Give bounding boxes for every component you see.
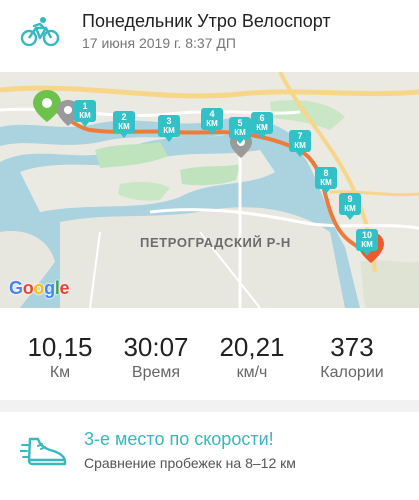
section-divider [0, 400, 419, 412]
km-marker[interactable]: 4 КМ [201, 108, 223, 135]
km-marker[interactable]: 9 КМ [339, 193, 361, 220]
activity-title: Понедельник Утро Велоспорт [82, 11, 331, 31]
achievement-comparison: Сравнение пробежек на 8–12 км [84, 455, 296, 471]
stat-value: 10,15 [27, 332, 93, 362]
stat-label: Км [49, 364, 71, 381]
km-marker[interactable]: 1 КМ [74, 100, 96, 127]
km-marker[interactable]: 7 КМ [289, 130, 311, 157]
stat-calories: 373 Калории [302, 332, 402, 382]
stat-speed: 20,21 км/ч [202, 332, 302, 382]
running-shoe-icon [20, 437, 67, 466]
stat-value: 373 [330, 332, 374, 362]
stat-distance: 10,15 Км [10, 332, 110, 382]
activity-header: Понедельник Утро Велоспорт 17 июня 2019 … [0, 0, 419, 72]
achievement-card[interactable]: 3-е место по скорости! Сравнение пробеже… [0, 412, 419, 500]
km-marker[interactable]: 5 КМ [229, 117, 251, 144]
km-marker[interactable]: 10 КМ [356, 229, 378, 256]
km-marker[interactable]: 8 КМ [315, 167, 337, 194]
km-marker[interactable]: 2 КМ [113, 111, 135, 138]
stat-duration: 30:07 Время [106, 332, 206, 382]
stat-label: Калории [320, 364, 384, 381]
achievement-rank: 3-е место по скорости! [84, 429, 274, 449]
km-marker[interactable]: 6 КМ [251, 112, 273, 139]
google-logo: Google [9, 278, 70, 298]
activity-stats: 10,15 Км 30:07 Время 20,21 км/ч 373 Кало… [0, 308, 419, 400]
km-marker[interactable]: 3 КМ [158, 115, 180, 142]
stat-label: км/ч [236, 364, 268, 381]
stat-value: 30:07 [123, 332, 189, 362]
stat-label: Время [131, 364, 181, 381]
activity-datetime: 17 июня 2019 г. 8:37 ДП [82, 35, 236, 51]
bicycle-icon [20, 17, 60, 47]
route-map[interactable]: 1 КМ 2 КМ 3 КМ 4 КМ 5 КМ 6 КМ 7 КМ 8 КМ 9 КМ 10 КМ… [0, 72, 419, 308]
district-label: ПЕТРОГРАДСКИЙ Р-Н [140, 235, 291, 250]
stat-value: 20,21 [219, 332, 285, 362]
